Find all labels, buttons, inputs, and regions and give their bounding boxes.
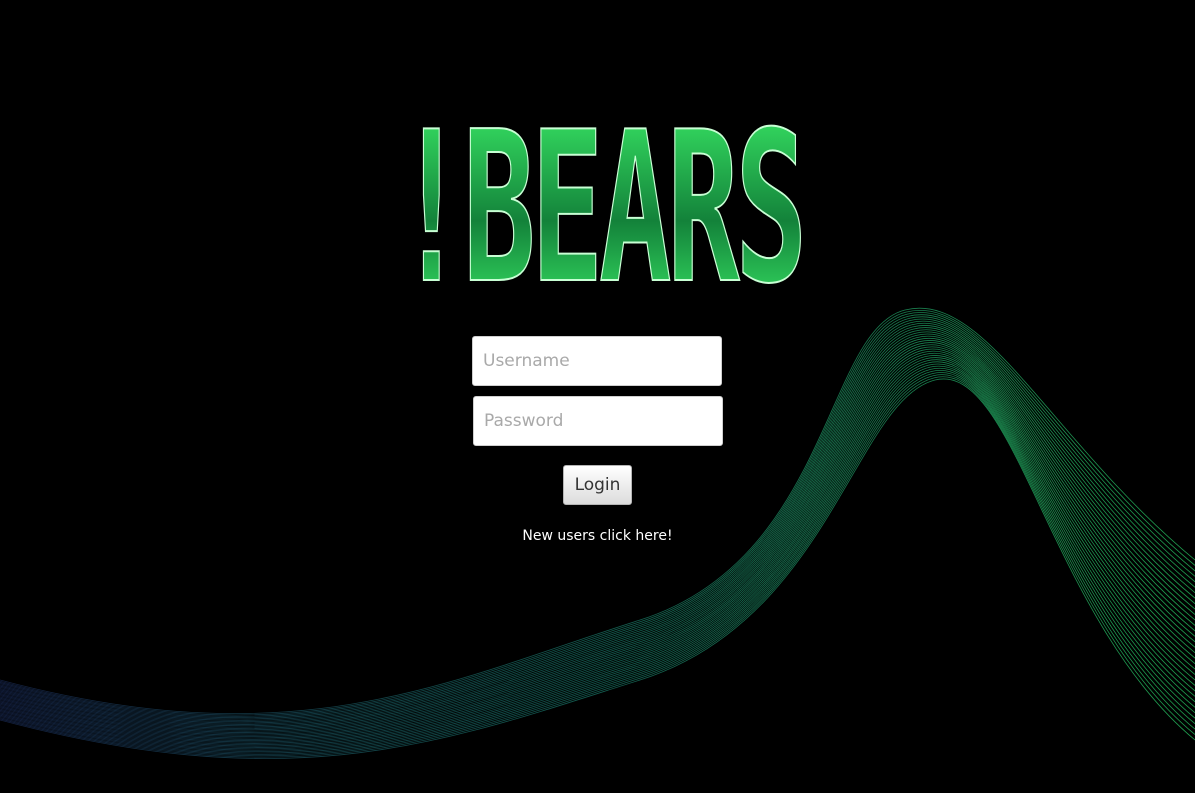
new-user-signup-link[interactable]: New users click here!	[0, 528, 1195, 544]
bears-logo: !BEARS	[395, 118, 805, 288]
login-button[interactable]: Login	[563, 465, 632, 505]
password-input[interactable]	[473, 396, 723, 446]
login-page: !BEARS Login New users click here!	[0, 0, 1195, 793]
username-input[interactable]	[472, 336, 722, 386]
wave-line	[0, 327, 1195, 727]
logo-text: !BEARS	[395, 118, 803, 288]
